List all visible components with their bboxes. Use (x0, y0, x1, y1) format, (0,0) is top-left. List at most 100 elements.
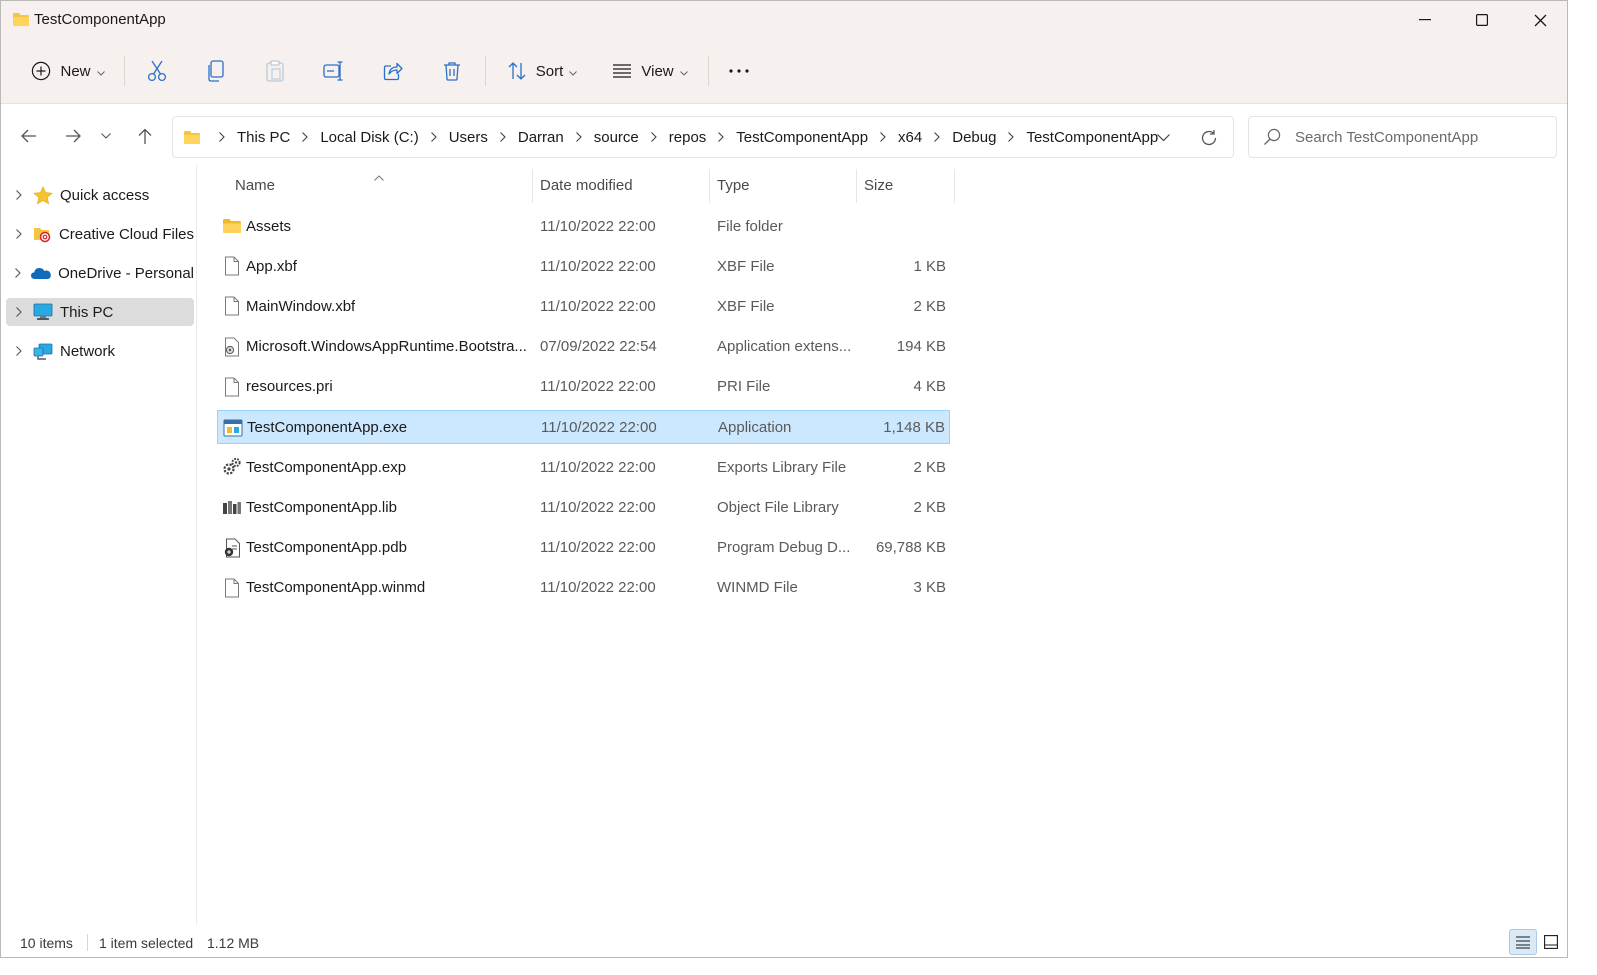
breadcrumb-separator-icon[interactable] (499, 132, 506, 142)
file-row[interactable]: Microsoft.WindowsAppRuntime.Bootstra... 0… (217, 330, 950, 364)
column-header-type[interactable]: Type (717, 165, 750, 205)
up-button[interactable] (129, 120, 161, 152)
close-button[interactable] (1511, 1, 1567, 39)
file-row[interactable]: TestComponentApp.winmd 11/10/2022 22:00 WI… (217, 571, 950, 605)
breadcrumb-separator-icon[interactable] (650, 132, 657, 142)
file-name: TestComponentApp.winmd (246, 579, 426, 597)
breadcrumb-item[interactable]: Debug (950, 129, 998, 146)
paste-button[interactable] (257, 53, 293, 89)
breadcrumb-separator-icon[interactable] (219, 132, 225, 142)
breadcrumb-item[interactable]: TestComponentApp (734, 129, 870, 146)
file-row[interactable]: TestComponentApp.exp 11/10/2022 22:00 Expo… (217, 450, 950, 484)
chevron-right-icon[interactable] (11, 307, 27, 317)
sidebar-item-onedrive[interactable]: OneDrive - Personal (6, 259, 194, 287)
column-header-date-modified[interactable]: Date modified (540, 165, 633, 205)
large-icons-view-button[interactable] (1537, 929, 1565, 955)
arrow-right-icon (65, 129, 81, 143)
minimize-button[interactable] (1396, 1, 1454, 39)
column-header-size[interactable]: Size (864, 165, 893, 205)
delete-icon (443, 61, 461, 81)
breadcrumb-separator-icon[interactable] (1008, 132, 1015, 142)
breadcrumb-separator-icon[interactable] (934, 132, 941, 142)
breadcrumb-separator-icon[interactable] (575, 132, 582, 142)
breadcrumb-item[interactable]: repos (667, 129, 709, 146)
file-row[interactable]: resources.pri 11/10/2022 22:00 PRI File 4 K… (217, 370, 950, 404)
sidebar-item-creative-cloud-files[interactable]: Creative Cloud Files (6, 220, 194, 248)
search-input[interactable]: Search TestComponentApp (1295, 129, 1478, 146)
arrow-up-icon (138, 128, 152, 145)
breadcrumb-separator-icon[interactable] (718, 132, 725, 142)
column-divider[interactable] (532, 169, 533, 203)
column-divider[interactable] (709, 169, 710, 203)
breadcrumb-item[interactable]: Local Disk (C:) (318, 129, 420, 146)
breadcrumb-separator-icon[interactable] (302, 132, 309, 142)
file-row[interactable]: TestComponentApp.pdb 11/10/2022 22:00 Prog… (217, 531, 950, 565)
sort-label: Sort (535, 62, 564, 80)
chevron-right-icon[interactable] (11, 346, 27, 356)
sidebar-item-network[interactable]: Network (6, 337, 194, 365)
exe-icon (223, 418, 243, 438)
chevron-down-icon (569, 63, 578, 80)
forward-button[interactable] (57, 120, 89, 152)
column-divider[interactable] (856, 169, 857, 203)
plus-circle-icon (31, 61, 51, 81)
file-explorer-window: TestComponentApp New Sort View This PC L… (0, 0, 1568, 958)
column-divider[interactable] (954, 169, 955, 203)
column-header-name[interactable]: Name (235, 165, 275, 205)
file-row[interactable]: TestComponentApp.exe 11/10/2022 22:00 Appl… (217, 410, 950, 444)
file-icon (222, 377, 242, 397)
toolbar-separator (708, 56, 709, 86)
chevron-right-icon[interactable] (11, 268, 25, 278)
copy-button[interactable] (198, 53, 234, 89)
recent-locations-button[interactable] (94, 120, 118, 152)
command-bar: New Sort View (1, 39, 1567, 104)
breadcrumb-item[interactable]: TestComponentApp (1024, 129, 1160, 146)
address-history-button[interactable] (1151, 128, 1175, 148)
view-button[interactable]: View (605, 53, 695, 89)
file-name: Assets (246, 217, 292, 235)
file-row[interactable]: Assets 11/10/2022 22:00 File folder (217, 209, 950, 243)
new-button[interactable]: New (21, 53, 115, 89)
file-size: 69,788 KB (875, 539, 946, 557)
search-box[interactable]: Search TestComponentApp (1248, 116, 1557, 158)
rename-button[interactable] (316, 53, 352, 89)
file-type: PRI File (717, 378, 771, 396)
sidebar-item-this-pc[interactable]: This PC (6, 298, 194, 326)
folder-icon (222, 216, 242, 236)
breadcrumb-item[interactable]: This PC (235, 129, 292, 146)
file-name: MainWindow.xbf (246, 297, 356, 315)
status-divider (87, 934, 88, 951)
sort-button[interactable]: Sort (498, 53, 586, 89)
more-options-button[interactable] (721, 53, 757, 89)
breadcrumb-item[interactable]: Darran (516, 129, 566, 146)
computer-icon (32, 303, 54, 321)
breadcrumb-separator-icon[interactable] (430, 132, 437, 142)
paste-icon (266, 60, 284, 82)
delete-button[interactable] (434, 53, 470, 89)
file-row[interactable]: App.xbf 11/10/2022 22:00 XBF File 1 KB (217, 249, 950, 283)
address-bar[interactable]: This PC Local Disk (C:) Users Darran source r… (172, 116, 1234, 158)
maximize-button[interactable] (1453, 1, 1511, 39)
item-count: 10 items (20, 935, 73, 951)
share-button[interactable] (375, 53, 411, 89)
cut-button[interactable] (139, 53, 175, 89)
library-icon (222, 497, 242, 517)
navigation-pane: Quick access Creative Cloud Files OneDri… (1, 165, 197, 925)
file-row[interactable]: MainWindow.xbf 11/10/2022 22:00 XBF File 2 … (217, 289, 950, 323)
refresh-button[interactable] (1197, 126, 1221, 150)
file-icon (222, 578, 242, 598)
chevron-right-icon[interactable] (11, 190, 27, 200)
chevron-right-icon[interactable] (11, 229, 27, 239)
breadcrumb-item[interactable]: Users (447, 129, 490, 146)
file-row[interactable]: TestComponentApp.lib 11/10/2022 22:00 Obje… (217, 490, 950, 524)
breadcrumb-item[interactable]: source (592, 129, 641, 146)
cloud-icon (30, 266, 52, 280)
folder-icon (12, 12, 30, 31)
breadcrumb-item[interactable]: x64 (896, 129, 924, 146)
debug-file-icon (222, 538, 242, 558)
sidebar-item-quick-access[interactable]: Quick access (6, 181, 194, 209)
sidebar-item-label: Network (60, 342, 116, 360)
back-button[interactable] (13, 120, 45, 152)
breadcrumb-separator-icon[interactable] (880, 132, 886, 142)
details-view-button[interactable] (1509, 929, 1537, 955)
